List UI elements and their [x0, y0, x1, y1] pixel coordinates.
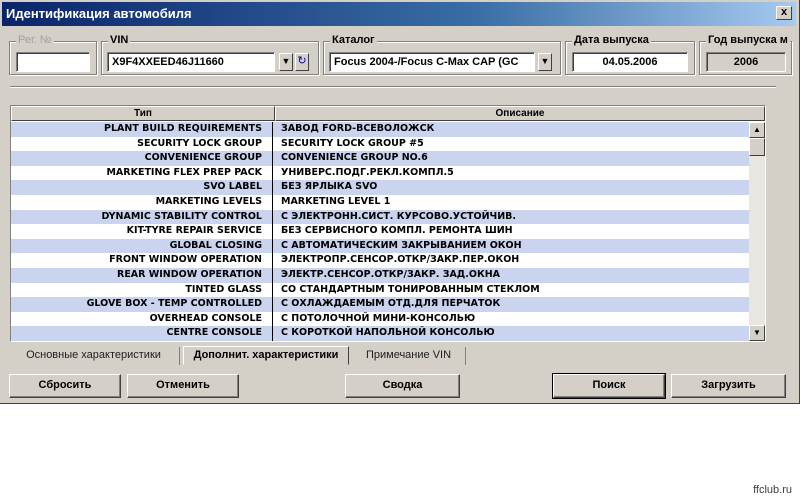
table-header: Тип Описание	[11, 106, 765, 121]
arrow-up-icon: ▲	[753, 125, 761, 134]
column-header-type[interactable]: Тип	[11, 106, 275, 121]
identification-window: Идентификация автомобиля x Рег. № VIN X9…	[0, 0, 800, 404]
refresh-icon: ↻	[297, 55, 307, 67]
cell-description: СО СТАНДАРТНЫМ ТОНИРОВАННЫМ СТЕКЛОМ	[281, 283, 540, 295]
release-date-field[interactable]: 04.05.2006	[572, 52, 688, 72]
cell-type: TINTED GLASS	[11, 282, 273, 298]
summary-button[interactable]: Сводка	[345, 374, 460, 398]
table-row[interactable]: REAR WINDOW OPERATION ЭЛЕКТР.СЕНСОР.ОТКР/…	[11, 267, 749, 283]
cell-type: GLOBAL CLOSING	[11, 238, 273, 254]
cell-description: ЭЛЕКТР.СЕНСОР.ОТКР/ЗАКР. ЗАД.ОКНА	[281, 268, 501, 280]
cell-type: SECURITY LOCK GROUP	[11, 136, 273, 152]
table-row[interactable]: GLOBAL CLOSING С АВТОМАТИЧЕСКИМ ЗАКРЫВАНИ…	[11, 238, 749, 254]
close-button[interactable]: x	[776, 6, 792, 20]
title-bar: Идентификация автомобиля x	[2, 2, 796, 26]
cancel-button[interactable]: Отменить	[127, 374, 239, 398]
cell-type: CONVENIENCE GROUP	[11, 151, 273, 166]
cell-type: DYNAMIC STABILITY CONTROL	[11, 209, 273, 225]
tab-main-characteristics[interactable]: Основные характеристики	[8, 347, 180, 365]
cell-type: FRONT WINDOW OPERATION	[11, 253, 273, 268]
table-row[interactable]: CENTRE CONSOLE С КОРОТКОЙ НАПОЛЬНОЙ КОНСО…	[11, 326, 749, 341]
vin-label: VIN	[108, 34, 131, 46]
release-date-group: Дата выпуска 04.05.2006	[565, 34, 695, 75]
watermark: ffclub.ru	[753, 484, 792, 496]
cell-description: С ПОТОЛОЧНОЙ МИНИ-КОНСОЛЬЮ	[281, 312, 476, 324]
table-row[interactable]: SECURITY LOCK GROUP SECURITY LOCK GROUP #…	[11, 136, 749, 152]
table-body: PLANT BUILD REQUIREMENTS ЗАВОД FORD-ВСЕВО…	[11, 122, 749, 341]
table-row[interactable]: TINTED GLASS СО СТАНДАРТНЫМ ТОНИРОВАННЫМ …	[11, 282, 749, 298]
search-button[interactable]: Поиск	[552, 373, 666, 399]
vin-field[interactable]: X9F4XXEED46J11660	[107, 52, 275, 72]
cell-description: БЕЗ СЕРВИСНОГО КОМПЛ. РЕМОНТА ШИН	[281, 225, 513, 237]
cell-type: CENTRE CONSOLE	[11, 326, 273, 341]
chevron-down-icon: ▼	[540, 56, 550, 66]
arrow-down-icon: ▼	[753, 328, 761, 337]
separator-line	[10, 86, 776, 88]
table-row[interactable]: DYNAMIC STABILITY CONTROL С ЭЛЕКТРОНН.СИС…	[11, 209, 749, 225]
cell-description: С АВТОМАТИЧЕСКИМ ЗАКРЫВАНИЕМ ОКОН	[281, 239, 522, 251]
table-row[interactable]: CONVENIENCE GROUP CONVENIENCE GROUP NO.6	[11, 151, 749, 166]
tab-vin-note[interactable]: Примечание VIN	[352, 347, 466, 365]
table-row[interactable]: PLANT BUILD REQUIREMENTS ЗАВОД FORD-ВСЕВО…	[11, 122, 749, 137]
table-row[interactable]: FRONT WINDOW OPERATION ЭЛЕКТРОПР.СЕНСОР.О…	[11, 253, 749, 268]
release-year-field: 2006	[706, 52, 786, 72]
cell-description: С КОРОТКОЙ НАПОЛЬНОЙ КОНСОЛЬЮ	[281, 327, 495, 339]
window-title: Идентификация автомобиля	[6, 6, 192, 21]
cell-description: С ОХЛАЖДАЕМЫМ ОТД.ДЛЯ ПЕРЧАТОК	[281, 298, 501, 310]
options-table[interactable]: Тип Описание PLANT BUILD REQUIREMENTS ЗАВ…	[10, 105, 766, 342]
catalog-select[interactable]: Focus 2004-/Focus C-Max CAP (GC	[329, 52, 535, 72]
column-header-description[interactable]: Описание	[275, 106, 765, 121]
load-button[interactable]: Загрузить	[671, 374, 786, 398]
cell-type: MARKETING LEVELS	[11, 194, 273, 210]
table-row[interactable]: MARKETING LEVELS MARKETING LEVEL 1	[11, 194, 749, 210]
cell-description: ЭЛЕКТРОПР.СЕНСОР.ОТКР/ЗАКР.ПЕР.ОКОН	[281, 254, 520, 266]
scroll-thumb[interactable]	[749, 138, 765, 156]
release-year-label: Год выпуска м	[706, 34, 790, 46]
release-date-label: Дата выпуска	[572, 34, 651, 46]
cell-description: С ЭЛЕКТРОНН.СИСТ. КУРСОВО.УСТОЙЧИВ.	[281, 210, 517, 222]
cell-description: УНИВЕРС.ПОДГ.РЕКЛ.КОМПЛ.5	[281, 166, 454, 178]
catalog-label: Каталог	[330, 34, 377, 46]
reset-button[interactable]: Сбросить	[9, 374, 121, 398]
vin-group: VIN X9F4XXEED46J11660 ▼ ↻	[101, 34, 319, 75]
cell-type: PLANT BUILD REQUIREMENTS	[11, 122, 273, 137]
reg-number-label: Рег. №	[16, 34, 54, 46]
cell-description: CONVENIENCE GROUP NO.6	[281, 152, 428, 164]
tab-additional-characteristics[interactable]: Дополнит. характеристики	[183, 346, 349, 365]
catalog-dropdown-button[interactable]: ▼	[538, 53, 552, 71]
table-row[interactable]: MARKETING FLEX PREP PACK УНИВЕРС.ПОДГ.РЕК…	[11, 165, 749, 181]
cell-type: KIT-TYRE REPAIR SERVICE	[11, 224, 273, 239]
cell-description: БЕЗ ЯРЛЫКА SVO	[281, 181, 378, 193]
cell-type: OVERHEAD CONSOLE	[11, 311, 273, 327]
catalog-group: Каталог Focus 2004-/Focus C-Max CAP (GC …	[323, 34, 561, 75]
vin-history-button[interactable]: ▼	[279, 53, 293, 71]
release-year-group: Год выпуска м 2006	[699, 34, 792, 75]
vertical-scrollbar[interactable]: ▲ ▼	[749, 122, 765, 341]
reg-number-field[interactable]	[16, 52, 90, 72]
vin-refresh-button[interactable]: ↻	[295, 53, 309, 71]
scroll-up-button[interactable]: ▲	[749, 122, 765, 138]
dropdown-arrow-icon: ▼	[281, 56, 291, 66]
close-icon: x	[780, 6, 788, 18]
cell-description: MARKETING LEVEL 1	[281, 195, 391, 207]
scroll-down-button[interactable]: ▼	[749, 325, 765, 341]
cell-type: MARKETING FLEX PREP PACK	[11, 165, 273, 181]
reg-number-group: Рег. №	[9, 34, 97, 75]
table-row[interactable]: KIT-TYRE REPAIR SERVICE БЕЗ СЕРВИСНОГО КО…	[11, 224, 749, 239]
cell-type: GLOVE BOX - TEMP CONTROLLED	[11, 297, 273, 312]
cell-type: REAR WINDOW OPERATION	[11, 267, 273, 283]
cell-type: SVO LABEL	[11, 180, 273, 195]
table-row[interactable]: OVERHEAD CONSOLE С ПОТОЛОЧНОЙ МИНИ-КОНСОЛ…	[11, 311, 749, 327]
cell-description: ЗАВОД FORD-ВСЕВОЛОЖСК	[281, 123, 435, 134]
cell-description: SECURITY LOCK GROUP #5	[281, 137, 424, 149]
table-row[interactable]: SVO LABEL БЕЗ ЯРЛЫКА SVO	[11, 180, 749, 195]
table-row[interactable]: GLOVE BOX - TEMP CONTROLLED С ОХЛАЖДАЕМЫМ…	[11, 297, 749, 312]
